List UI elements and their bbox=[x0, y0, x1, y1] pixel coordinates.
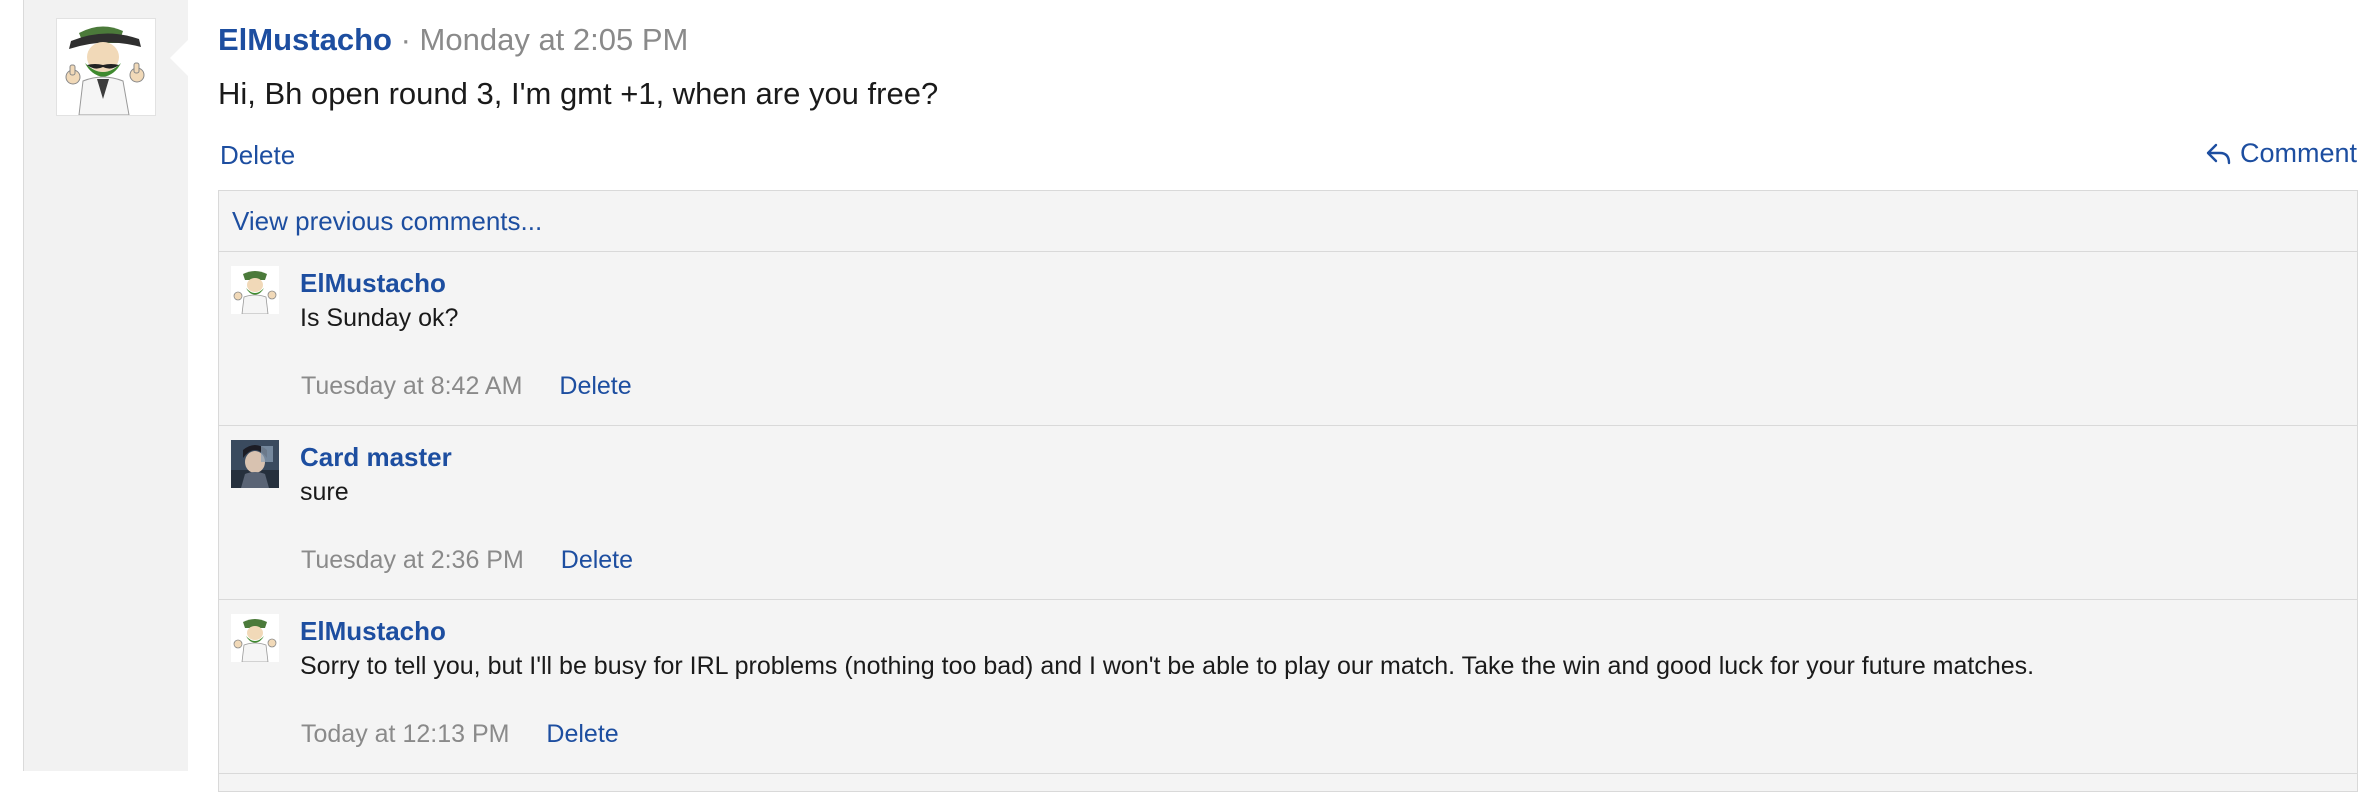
comment-timestamp[interactable]: Today at 12:13 PM bbox=[301, 720, 509, 748]
comment-item: ElMustacho Is Sunday ok? Tuesday at 8:42… bbox=[219, 252, 2357, 426]
post-author-link[interactable]: ElMustacho bbox=[218, 22, 392, 57]
comment-meta: Today at 12:13 PM Delete bbox=[301, 720, 619, 749]
comment-text: sure bbox=[300, 478, 349, 506]
comment-button-label: Comment bbox=[2239, 138, 2357, 168]
comment-delete-link[interactable]: Delete bbox=[561, 546, 633, 574]
comment-author-link[interactable]: Card master bbox=[300, 442, 452, 473]
comment-avatar[interactable] bbox=[231, 614, 279, 662]
comment-delete-link[interactable]: Delete bbox=[559, 372, 631, 400]
comment-delete-link[interactable]: Delete bbox=[546, 720, 618, 748]
view-previous-comments-link[interactable]: View previous comments... bbox=[232, 206, 542, 237]
post-bubble-arrow bbox=[170, 40, 188, 76]
post-header: ElMustacho · Monday at 2:05 PM bbox=[218, 22, 688, 58]
post-delete-link[interactable]: Delete bbox=[220, 140, 295, 171]
comment-text: Is Sunday ok? bbox=[300, 304, 459, 332]
comment-author-link[interactable]: ElMustacho bbox=[300, 268, 446, 299]
comment-item: ElMustacho Sorry to tell you, but I'll b… bbox=[219, 600, 2357, 774]
reply-arrow-icon bbox=[2206, 143, 2231, 164]
comment-avatar[interactable] bbox=[231, 266, 279, 314]
post-author-avatar[interactable] bbox=[56, 18, 156, 116]
comment-text: Sorry to tell you, but I'll be busy for … bbox=[300, 652, 2035, 680]
left-edge-strip bbox=[0, 0, 24, 771]
post-message: Hi, Bh open round 3, I'm gmt +1, when ar… bbox=[218, 76, 939, 111]
comment-avatar[interactable] bbox=[231, 440, 279, 488]
comment-item: Card master sure Tuesday at 2:36 PM Dele… bbox=[219, 426, 2357, 600]
post-timestamp[interactable]: Monday at 2:05 PM bbox=[420, 22, 689, 57]
comment-meta: Tuesday at 2:36 PM Delete bbox=[301, 546, 633, 575]
comment-meta: Tuesday at 8:42 AM Delete bbox=[301, 372, 632, 401]
view-previous-comments-row: View previous comments... bbox=[219, 191, 2357, 252]
post-container: ElMustacho · Monday at 2:05 PM Hi, Bh op… bbox=[188, 0, 2367, 792]
comment-button[interactable]: Comment bbox=[2206, 138, 2357, 169]
header-separator: · bbox=[400, 22, 411, 57]
comment-timestamp[interactable]: Tuesday at 2:36 PM bbox=[301, 546, 524, 574]
comment-timestamp[interactable]: Tuesday at 8:42 AM bbox=[301, 372, 522, 400]
comment-author-link[interactable]: ElMustacho bbox=[300, 616, 446, 647]
comments-panel: View previous comments... ElMustacho Is … bbox=[218, 190, 2358, 792]
